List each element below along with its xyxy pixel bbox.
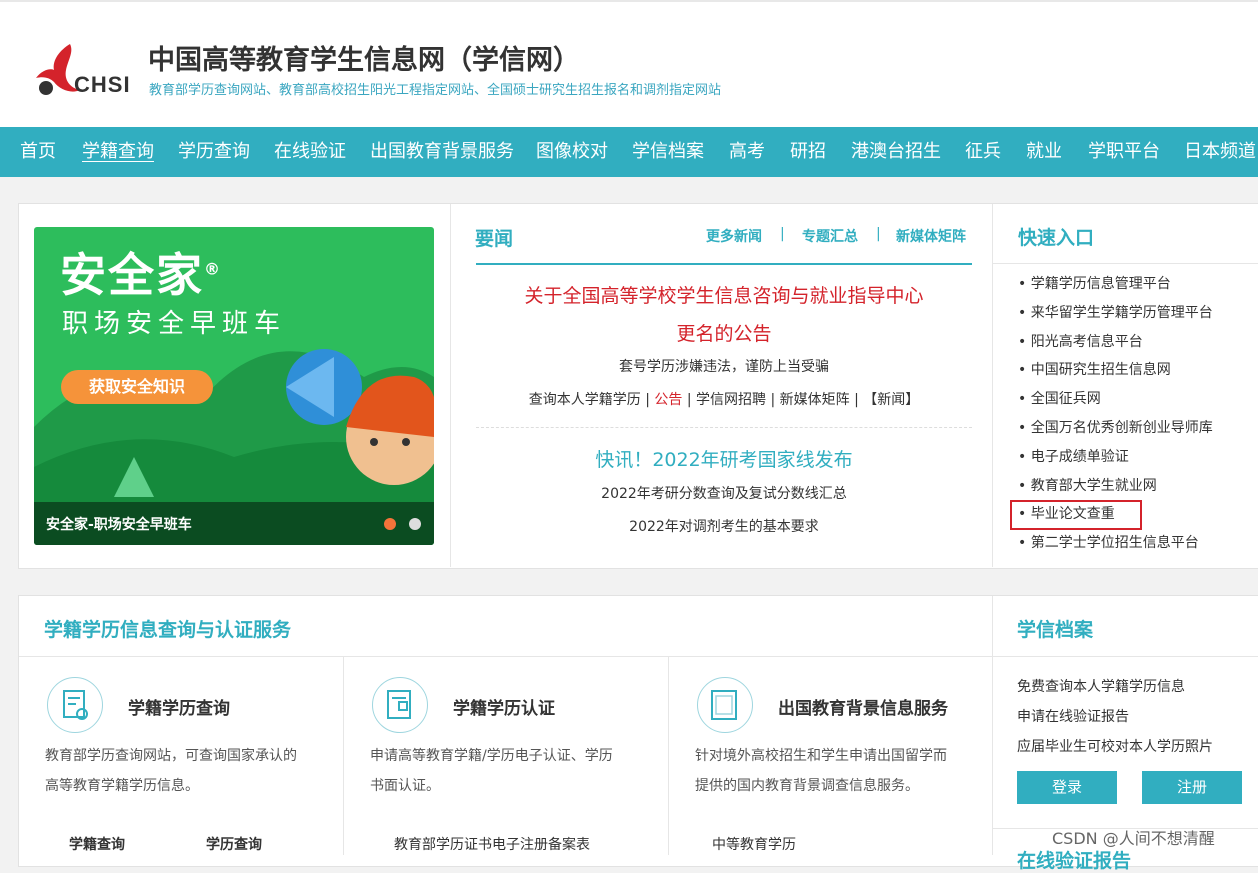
highlight-box [1010, 500, 1142, 530]
degree-query-desc: 教育部学历查询网站，可查询国家承认的 [45, 748, 297, 764]
nav-student-status[interactable]: 学籍查询 [82, 127, 154, 177]
certification-desc: 申请高等教育学籍/学历电子认证、学历 [370, 748, 613, 764]
quick-entry-item[interactable]: 全国万名优秀创新创业导师库 [1018, 417, 1213, 446]
quick-entry-heading: 快速入口 [1018, 227, 1095, 249]
recruit-link[interactable]: 学信网招聘 [696, 392, 766, 408]
degree-query-title[interactable]: 学籍学历查询 [128, 694, 230, 719]
quick-entry-item[interactable]: 全国征兵网 [1018, 388, 1213, 417]
photo-check-link[interactable]: 应届毕业生可校对本人学历照片 [1017, 736, 1213, 756]
nav-career[interactable]: 学职平台 [1088, 127, 1160, 177]
headline-line1[interactable]: 关于全国高等学校学生信息咨询与就业指导中心 [476, 281, 972, 308]
overseas-service-desc: 提供的国内教育背景调查信息服务。 [695, 778, 919, 794]
media-matrix-link[interactable]: 新媒体矩阵 [896, 226, 966, 246]
divider [993, 656, 1258, 657]
register-button[interactable]: 注册 [1142, 771, 1242, 804]
media-link[interactable]: 新媒体矩阵 [780, 392, 850, 408]
login-button[interactable]: 登录 [1017, 771, 1117, 804]
news-tag-link[interactable]: 【新闻】 [863, 392, 919, 408]
site-title: 中国高等教育学生信息网（学信网） [148, 45, 580, 76]
carousel-dot[interactable] [409, 518, 421, 530]
nav-image-check[interactable]: 图像校对 [536, 127, 608, 177]
banner-caption: 安全家-职场安全早班车 [46, 517, 192, 533]
divider [343, 657, 344, 855]
degree-link[interactable]: 学历查询 [206, 834, 262, 854]
topics-link[interactable]: 专题汇总 [802, 226, 858, 246]
online-verify-heading: 在线验证报告 [1017, 850, 1132, 872]
overseas-service-desc: 针对境外高校招生和学生申请出国留学而 [695, 748, 947, 764]
nav-military[interactable]: 征兵 [965, 127, 1001, 177]
nav-yanzhao[interactable]: 研招 [790, 127, 826, 177]
student-status-link[interactable]: 学籍查询 [69, 834, 125, 854]
divider [19, 656, 992, 657]
more-news-link[interactable]: 更多新闻 [706, 226, 762, 246]
nav-home[interactable]: 首页 [20, 127, 56, 177]
nav-overseas-service[interactable]: 出国教育背景服务 [370, 127, 514, 177]
headline-line2[interactable]: 更名的公告 [476, 319, 972, 346]
registration-form-link[interactable]: 教育部学历证书电子注册备案表 [394, 834, 590, 854]
flash-news-link[interactable]: 快讯！2022年研考国家线发布 [476, 445, 972, 472]
overseas-service-title[interactable]: 出国教育背景信息服务 [778, 694, 948, 719]
certification-title[interactable]: 学籍学历认证 [453, 694, 555, 719]
divider [450, 204, 451, 567]
site-header: CHSI 中国高等教育学生信息网（学信网） 教育部学历查询网站、教育部高校招生阳… [0, 0, 1258, 129]
banner-brand: 安全家® [60, 248, 222, 302]
quick-entry-item[interactable]: 第二学士学位招生信息平台 [1018, 532, 1213, 561]
overseas-service-icon [697, 677, 753, 733]
divider [992, 596, 993, 855]
services-heading: 学籍学历信息查询与认证服务 [44, 619, 292, 641]
nav-degree-query[interactable]: 学历查询 [178, 127, 250, 177]
quick-entry-item[interactable]: 阳光高考信息平台 [1018, 331, 1213, 360]
main-nav: 首页 学籍查询 学历查询 在线验证 出国教育背景服务 图像校对 学信档案 高考 … [0, 127, 1258, 177]
quick-entry-item[interactable]: 电子成绩单验证 [1018, 446, 1213, 475]
fraud-notice-link[interactable]: 套号学历涉嫌违法，谨防上当受骗 [476, 356, 972, 376]
degree-query-desc: 高等教育学籍学历信息。 [45, 778, 199, 794]
query-self-link[interactable]: 查询本人学籍学历 [529, 392, 641, 408]
news-quick-links: 查询本人学籍学历 | 公告 | 学信网招聘 | 新媒体矩阵 | 【新闻】 [528, 392, 920, 408]
nav-employment[interactable]: 就业 [1026, 127, 1062, 177]
announce-link[interactable]: 公告 [654, 392, 682, 408]
free-query-link[interactable]: 免费查询本人学籍学历信息 [1017, 676, 1185, 696]
divider [668, 657, 669, 855]
certification-icon [372, 677, 428, 733]
archive-heading: 学信档案 [1017, 619, 1094, 641]
degree-query-icon [47, 677, 103, 733]
banner-caption-bar: 安全家-职场安全早班车 [34, 502, 434, 545]
divider [992, 204, 993, 567]
watermark: CSDN @人间不想清醒 [1052, 829, 1215, 848]
quick-entry-item[interactable]: 来华留学生学籍学历管理平台 [1018, 302, 1213, 331]
score-query-link[interactable]: 2022年考研分数查询及复试分数线汇总 [476, 483, 972, 503]
verify-report-link[interactable]: 申请在线验证报告 [1017, 706, 1129, 726]
banner-cta-button[interactable]: 获取安全知识 [61, 370, 213, 404]
promo-banner[interactable]: 安全家® 职场安全早班车 获取安全知识 安全家-职场安全早班车 [34, 227, 434, 545]
site-subtitle: 教育部学历查询网站、教育部高校招生阳光工程指定网站、全国硕士研究生招生报名和调剂… [149, 83, 722, 98]
nav-gaokao[interactable]: 高考 [729, 127, 765, 177]
logo-text: CHSI [74, 72, 131, 97]
certification-desc: 书面认证。 [370, 778, 440, 794]
news-heading: 要闻 [475, 228, 514, 250]
nav-online-verify[interactable]: 在线验证 [274, 127, 346, 177]
news-divider [476, 427, 972, 428]
banner-slogan: 职场安全早班车 [62, 309, 287, 339]
separator: | [780, 226, 785, 242]
adjust-requirements-link[interactable]: 2022年对调剂考生的基本要求 [476, 516, 972, 536]
carousel-dot-active[interactable] [384, 518, 396, 530]
quick-entry-item[interactable]: 中国研究生招生信息网 [1018, 359, 1213, 388]
separator: | [876, 226, 881, 242]
secondary-edu-link[interactable]: 中等教育学历 [712, 834, 796, 854]
divider [993, 263, 1258, 264]
nav-hmt[interactable]: 港澳台招生 [851, 127, 941, 177]
quick-entry-item[interactable]: 学籍学历信息管理平台 [1018, 273, 1213, 302]
nav-archive[interactable]: 学信档案 [632, 127, 704, 177]
news-underline [476, 263, 972, 265]
nav-japan[interactable]: 日本频道 [1184, 127, 1256, 177]
